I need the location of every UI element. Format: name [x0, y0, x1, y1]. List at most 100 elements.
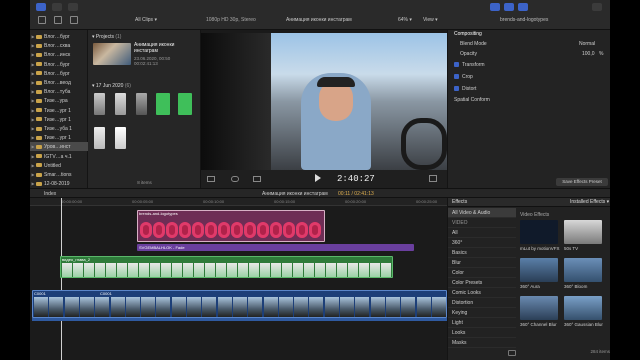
clip-filter-dropdown[interactable]: All Clips ▾ [135, 14, 175, 26]
title-clip[interactable]: SVGEMBALHLOK - Fade [137, 244, 414, 251]
check-icon[interactable] [68, 3, 78, 11]
sidebar-item[interactable]: ▶ Влог…бург [30, 60, 88, 69]
sidebar-item[interactable]: ▶ Влог…бург [30, 32, 88, 41]
sidebar-item-label: Untitled [44, 162, 61, 169]
view-menu[interactable]: View ▾ [423, 14, 445, 26]
ruler-tick-label: 00:00:05:00 [132, 199, 154, 204]
zoom-dropdown[interactable]: 64% ▾ [398, 14, 420, 26]
timeline-ruler[interactable]: 00:00:00:00 00:00:05:00 00:00:10:00 00:00:1… [30, 198, 447, 206]
sidebar-item[interactable]: ▶ Untitled [30, 161, 88, 170]
effects-category-item[interactable]: Blur [448, 258, 516, 268]
opacity-value[interactable]: 100,0 [582, 50, 595, 59]
sidebar-item[interactable]: ▶ Влог…инск [30, 50, 88, 59]
crop-row[interactable]: Crop [454, 73, 606, 82]
effects-category-item[interactable]: All Video & Audio [448, 208, 516, 218]
sidebar-item[interactable]: ▶ Тизе…ург 1 [30, 106, 88, 115]
sidebar-item[interactable]: ▶ Тизе…ург 1 [30, 133, 88, 142]
logo-frame [296, 222, 308, 238]
event-icon [36, 108, 42, 113]
effects-category-item[interactable]: Distortion [448, 298, 516, 308]
clip-thumbnail[interactable] [94, 127, 105, 149]
effects-category-item[interactable]: Comic Looks [448, 288, 516, 298]
video2-clip[interactable]: видео_глава_2 [60, 256, 393, 278]
blend-mode-value[interactable]: Normal [579, 40, 595, 49]
project-thumbnail[interactable] [93, 43, 131, 65]
titles-icon[interactable] [70, 16, 78, 24]
effects-category-item[interactable]: Keying [448, 308, 516, 318]
library-icon[interactable] [36, 3, 46, 11]
clip-thumbnail-green[interactable] [178, 93, 192, 115]
event-icon [36, 80, 42, 85]
effect-thumbnail[interactable] [520, 296, 558, 320]
event-icon [36, 154, 42, 159]
photos-icon[interactable] [54, 16, 62, 24]
effects-category-item[interactable]: Masks [448, 338, 516, 348]
inspector-toggle-icon[interactable] [518, 3, 528, 11]
transform-row[interactable]: Transform [454, 61, 606, 70]
browser-toggle-icon[interactable] [490, 3, 500, 11]
blend-mode-row[interactable]: Blend Mode Normal [454, 40, 606, 49]
effects-category-item[interactable]: 360° [448, 238, 516, 248]
effects-category-item[interactable]: Color [448, 268, 516, 278]
timeline[interactable]: 00:00:00:00 00:00:05:00 00:00:10:00 00:00:1… [30, 198, 447, 360]
play-icon[interactable] [315, 174, 321, 182]
enhance-icon[interactable] [231, 176, 239, 182]
installed-effects-dropdown[interactable]: Installed Effects ▾ [570, 198, 610, 207]
effect-thumbnail[interactable] [564, 258, 602, 282]
clip-thumbnail[interactable] [115, 93, 126, 115]
primary-storyline[interactable]: C0001 C0001 [32, 290, 447, 318]
logo-frame [270, 222, 282, 238]
effect-thumbnail[interactable] [520, 220, 558, 244]
sidebar-item[interactable]: ▶ Тизе…ург 1 [30, 115, 88, 124]
clip-thumbnail[interactable] [136, 93, 147, 115]
sidebar-item[interactable]: ▶ Влог…бург [30, 69, 88, 78]
sidebar-item[interactable]: ▶ Тизе…уба 1 [30, 124, 88, 133]
save-effects-preset-button[interactable]: Save Effects Preset [556, 178, 608, 186]
effect-thumbnail[interactable] [564, 220, 602, 244]
effect-thumbnail[interactable] [564, 296, 602, 320]
primary-frame [401, 297, 416, 317]
clip-thumbnail-green[interactable] [156, 93, 170, 115]
logos-clip[interactable]: brends-and-logotypes [137, 210, 325, 242]
date-group-heading[interactable]: ▾ 17 Jun 2020 (6) [92, 82, 192, 90]
opacity-row[interactable]: Opacity 100,0 % [454, 50, 606, 59]
index-button[interactable]: Index [44, 190, 56, 198]
video-frame[interactable] [201, 33, 447, 170]
effects-browser: Effects Installed Effects ▾ All Video & … [447, 198, 610, 360]
effects-category-item[interactable]: VIDEO [448, 218, 516, 228]
effects-category-item[interactable]: Color Presets [448, 278, 516, 288]
viewer-options-icon[interactable] [207, 176, 215, 182]
sidebar-item[interactable]: ▶ Влог…схва [30, 41, 88, 50]
timeline-toggle-icon[interactable] [504, 3, 514, 11]
clip-thumbnail[interactable] [94, 93, 105, 115]
effects-category-item[interactable]: All [448, 228, 516, 238]
clip-thumbnail[interactable] [115, 127, 126, 149]
sidebar-item[interactable]: ▶ Уров…инст [30, 142, 88, 152]
effect-label: 360° Bloom [564, 284, 588, 289]
transform-checkbox[interactable] [454, 62, 459, 68]
sidebar-item[interactable]: ▶ Тизе…ура [30, 96, 88, 105]
fullscreen-icon[interactable] [429, 175, 437, 182]
key-icon[interactable] [52, 3, 62, 11]
search-icon[interactable] [508, 350, 516, 356]
primary-frame [385, 297, 400, 317]
effect-thumbnail[interactable] [520, 258, 558, 282]
distort-row[interactable]: Distort [454, 85, 606, 94]
distort-checkbox[interactable] [454, 86, 459, 92]
share-icon[interactable] [592, 3, 602, 11]
sidebar-item[interactable]: ▶ Влог…веод [30, 78, 88, 87]
playhead[interactable] [61, 198, 62, 360]
sidebar-item[interactable]: ▶ IGTV…a ч.1 [30, 152, 88, 161]
effects-category-item[interactable]: Basics [448, 248, 516, 258]
crop-checkbox[interactable] [454, 74, 459, 80]
sidebar-item-label: Smar…tions [44, 172, 72, 178]
library-panel-icon[interactable] [38, 16, 46, 24]
projects-heading[interactable]: ▾ Projects (1) [92, 33, 192, 41]
sidebar-item-label: Влог…инск [44, 52, 71, 59]
transform-icon[interactable] [253, 176, 261, 182]
sidebar-item[interactable]: ▶ Влог…туба [30, 87, 88, 96]
effects-category-item[interactable]: Light [448, 318, 516, 328]
effects-category-item[interactable]: Looks [448, 328, 516, 338]
sidebar-item[interactable]: ▶ 12-08-2019 [30, 179, 88, 188]
sidebar-item[interactable]: ▶ Smar…tions [30, 170, 88, 179]
